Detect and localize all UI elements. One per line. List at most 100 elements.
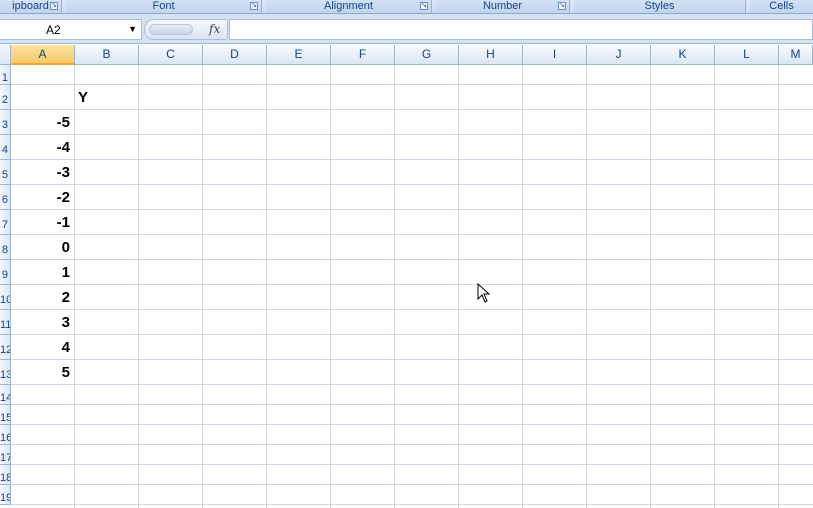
dialog-launcher-icon[interactable]: ↘ (420, 2, 428, 10)
ribbon-group-label: Alignment (324, 0, 373, 12)
ribbon-group-label: Number (482, 0, 523, 12)
row-header-13[interactable]: 13 (0, 360, 11, 385)
column-header-j[interactable]: J (587, 45, 651, 65)
column-header-f[interactable]: F (331, 45, 395, 65)
grid-line (650, 65, 651, 508)
row-header-14[interactable]: 14 (0, 385, 11, 405)
worksheet-grid[interactable]: ABCDEFGHIJKLM123456789101112131415161718… (0, 45, 813, 508)
cell-a11[interactable]: 3 (11, 314, 70, 331)
column-header-a[interactable]: A (11, 45, 75, 65)
mouse-pointer-icon (477, 283, 491, 303)
grid-line (138, 65, 139, 508)
grid-line (11, 404, 813, 405)
ribbon-group-label: Cells (769, 0, 794, 12)
row-header-18[interactable]: 18 (0, 465, 11, 485)
ribbon-group-label: Font (152, 0, 175, 12)
dialog-launcher-icon[interactable]: ↘ (250, 2, 258, 10)
grid-line (11, 334, 813, 335)
grid-line (11, 464, 813, 465)
grid-line (11, 424, 813, 425)
column-header-h[interactable]: H (459, 45, 523, 65)
cell-a10[interactable]: 2 (11, 289, 70, 306)
row-header-7[interactable]: 7 (0, 210, 11, 235)
row-header-11[interactable]: 11 (0, 310, 11, 335)
cell-b2[interactable]: Y (78, 89, 88, 106)
dialog-launcher-icon[interactable]: ↘ (50, 2, 58, 10)
ribbon-group-cells: Cells (750, 0, 813, 13)
grid-line (11, 444, 813, 445)
formula-bar-handle[interactable] (149, 24, 193, 35)
column-header-l[interactable]: L (715, 45, 779, 65)
cell-a13[interactable]: 5 (11, 364, 70, 381)
ribbon-group-labels: ipboard ↘ Font ↘ Alignment ↘ Number ↘ St… (0, 0, 813, 14)
grid-line (330, 65, 331, 508)
column-header-g[interactable]: G (395, 45, 459, 65)
row-header-3[interactable]: 3 (0, 110, 11, 135)
column-header-c[interactable]: C (139, 45, 203, 65)
grid-line (11, 284, 813, 285)
ribbon-group-alignment: Alignment ↘ (266, 0, 432, 13)
grid-line (11, 134, 813, 135)
column-header-e[interactable]: E (267, 45, 331, 65)
ribbon-group-font: Font ↘ (66, 0, 262, 13)
row-header-4[interactable]: 4 (0, 135, 11, 160)
cell-a4[interactable]: -4 (11, 139, 70, 156)
ribbon-group-number: Number ↘ (436, 0, 570, 13)
formula-bar: A2 ▼ fx (0, 14, 813, 44)
column-header-b[interactable]: B (75, 45, 139, 65)
cell-a7[interactable]: -1 (11, 214, 70, 231)
grid-line (11, 359, 813, 360)
grid-line (11, 309, 813, 310)
dialog-launcher-icon[interactable]: ↘ (558, 2, 566, 10)
cell-a8[interactable]: 0 (11, 239, 70, 256)
name-box-value: A2 (46, 23, 61, 37)
cell-a12[interactable]: 4 (11, 339, 70, 356)
ribbon-group-label: Styles (644, 0, 675, 12)
ribbon-group-styles: Styles (574, 0, 746, 13)
grid-line (74, 65, 75, 508)
grid-line (202, 65, 203, 508)
row-header-16[interactable]: 16 (0, 425, 11, 445)
grid-line (11, 109, 813, 110)
row-header-2[interactable]: 2 (0, 85, 11, 110)
grid-line (11, 84, 813, 85)
cell-a5[interactable]: -3 (11, 164, 70, 181)
row-header-10[interactable]: 10 (0, 285, 11, 310)
grid-line (266, 65, 267, 508)
cell-a9[interactable]: 1 (11, 264, 70, 281)
row-header-5[interactable]: 5 (0, 160, 11, 185)
ribbon-group-label: ipboard (12, 0, 49, 12)
row-header-17[interactable]: 17 (0, 445, 11, 465)
row-header-8[interactable]: 8 (0, 235, 11, 260)
grid-line (11, 504, 813, 505)
column-header-k[interactable]: K (651, 45, 715, 65)
cell-a3[interactable]: -5 (11, 114, 70, 131)
row-header-1[interactable]: 1 (0, 65, 11, 85)
ribbon-group-clipboard: ipboard ↘ (0, 0, 62, 13)
row-header-9[interactable]: 9 (0, 260, 11, 285)
formula-input[interactable] (229, 19, 813, 40)
cell-a6[interactable]: -2 (11, 189, 70, 206)
column-header-m[interactable]: M (779, 45, 813, 65)
column-header-i[interactable]: I (523, 45, 587, 65)
column-header-d[interactable]: D (203, 45, 267, 65)
grid-line (522, 65, 523, 508)
insert-function-icon[interactable]: fx (209, 22, 220, 36)
grid-line (11, 234, 813, 235)
grid-line (714, 65, 715, 508)
grid-line (11, 259, 813, 260)
formula-bar-controls: fx (144, 19, 228, 40)
grid-line (11, 184, 813, 185)
grid-line (11, 484, 813, 485)
row-header-6[interactable]: 6 (0, 185, 11, 210)
row-header-19[interactable]: 19 (0, 485, 11, 505)
grid-line (11, 159, 813, 160)
grid-line (11, 384, 813, 385)
grid-line (458, 65, 459, 508)
row-header-12[interactable]: 12 (0, 335, 11, 360)
name-box[interactable]: A2 ▼ (0, 19, 142, 40)
chevron-down-icon[interactable]: ▼ (128, 24, 137, 34)
select-all-corner[interactable] (0, 45, 11, 65)
grid-line (394, 65, 395, 508)
row-header-15[interactable]: 15 (0, 405, 11, 425)
